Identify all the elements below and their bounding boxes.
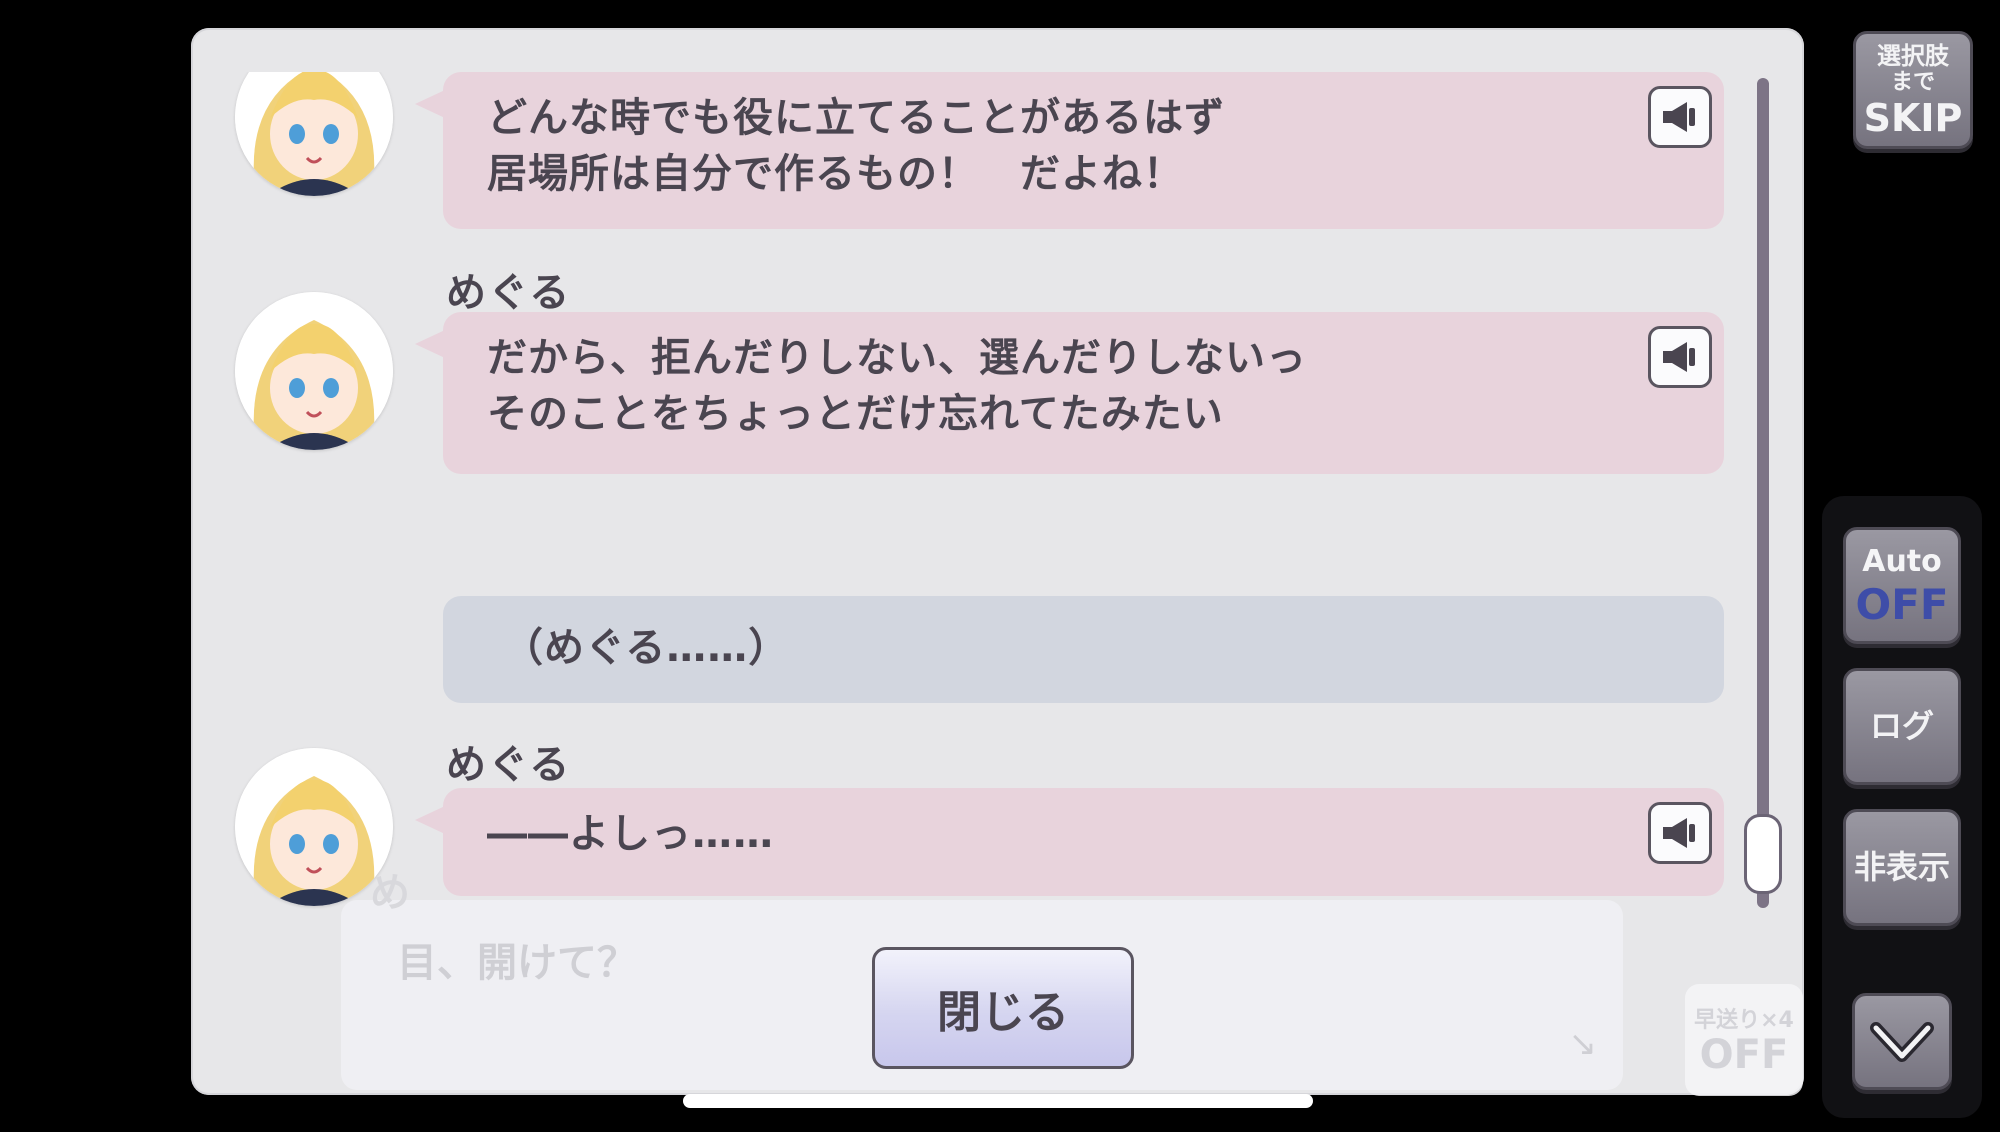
scrollbar-track[interactable] bbox=[1757, 78, 1769, 908]
voice-replay-button[interactable] bbox=[1648, 802, 1712, 864]
fast-forward-state: OFF bbox=[1699, 1032, 1789, 1078]
skip-line3: SKIP bbox=[1863, 96, 1963, 140]
fast-forward-button[interactable]: 早送り×4 OFF bbox=[1685, 984, 1803, 1096]
advance-arrow-icon: ↘ bbox=[1568, 1024, 1598, 1064]
log-text: どんな時でも役に立てることがあるはず 居場所は自分で作るもの！ だよね！ bbox=[487, 95, 1225, 197]
log-bubble: だから、拒んだりしない、選んだりしないっ そのことをちょっとだけ忘れてたみたい bbox=[415, 312, 1724, 474]
scrollbar-thumb[interactable] bbox=[1744, 814, 1782, 894]
auto-state: OFF bbox=[1855, 580, 1949, 629]
fast-forward-label: 早送り×4 bbox=[1694, 1008, 1794, 1033]
log-button[interactable]: ログ bbox=[1843, 668, 1961, 785]
avatar bbox=[235, 292, 393, 450]
home-indicator bbox=[683, 1094, 1313, 1108]
speaker-name: めぐる bbox=[446, 742, 572, 788]
speaker-icon bbox=[1663, 102, 1695, 132]
collapse-button[interactable] bbox=[1852, 993, 1952, 1090]
auto-button[interactable]: Auto OFF bbox=[1843, 527, 1961, 644]
background-speaker-partial: め bbox=[370, 870, 410, 916]
speaker-icon bbox=[1663, 818, 1695, 848]
background-dialog-line: 目、開けて？ bbox=[397, 940, 637, 986]
avatar bbox=[235, 72, 393, 196]
log-text: だから、拒んだりしない、選んだりしないっ そのことをちょっとだけ忘れてたみたい bbox=[487, 335, 1307, 437]
skip-line2: まで bbox=[1890, 70, 1935, 95]
voice-replay-button[interactable] bbox=[1648, 326, 1712, 388]
log-text: ――よしっ…… bbox=[487, 811, 774, 857]
auto-label: Auto bbox=[1862, 544, 1942, 579]
close-button[interactable]: 閉じる bbox=[872, 947, 1134, 1069]
log-list[interactable]: どんな時でも役に立てることがあるはず 居場所は自分で作るもの！ だよね！ めぐる… bbox=[191, 72, 1751, 924]
bubble-tail bbox=[415, 806, 445, 834]
narration-bubble: （めぐる……） bbox=[443, 596, 1724, 703]
log-text: （めぐる……） bbox=[503, 625, 790, 671]
hide-button[interactable]: 非表示 bbox=[1843, 809, 1961, 926]
bubble-tail bbox=[415, 90, 445, 118]
skip-line1: 選択肢 bbox=[1877, 42, 1949, 70]
skip-to-choice-button[interactable]: 選択肢 まで SKIP bbox=[1853, 31, 1973, 149]
speaker-icon bbox=[1663, 342, 1695, 372]
log-bubble: ――よしっ…… bbox=[415, 788, 1724, 896]
speaker-name: めぐる bbox=[446, 270, 572, 316]
chevron-down-icon bbox=[1870, 1021, 1934, 1062]
log-bubble: どんな時でも役に立てることがあるはず 居場所は自分で作るもの！ だよね！ bbox=[415, 72, 1724, 229]
bubble-tail bbox=[415, 330, 445, 358]
voice-replay-button[interactable] bbox=[1648, 86, 1712, 148]
